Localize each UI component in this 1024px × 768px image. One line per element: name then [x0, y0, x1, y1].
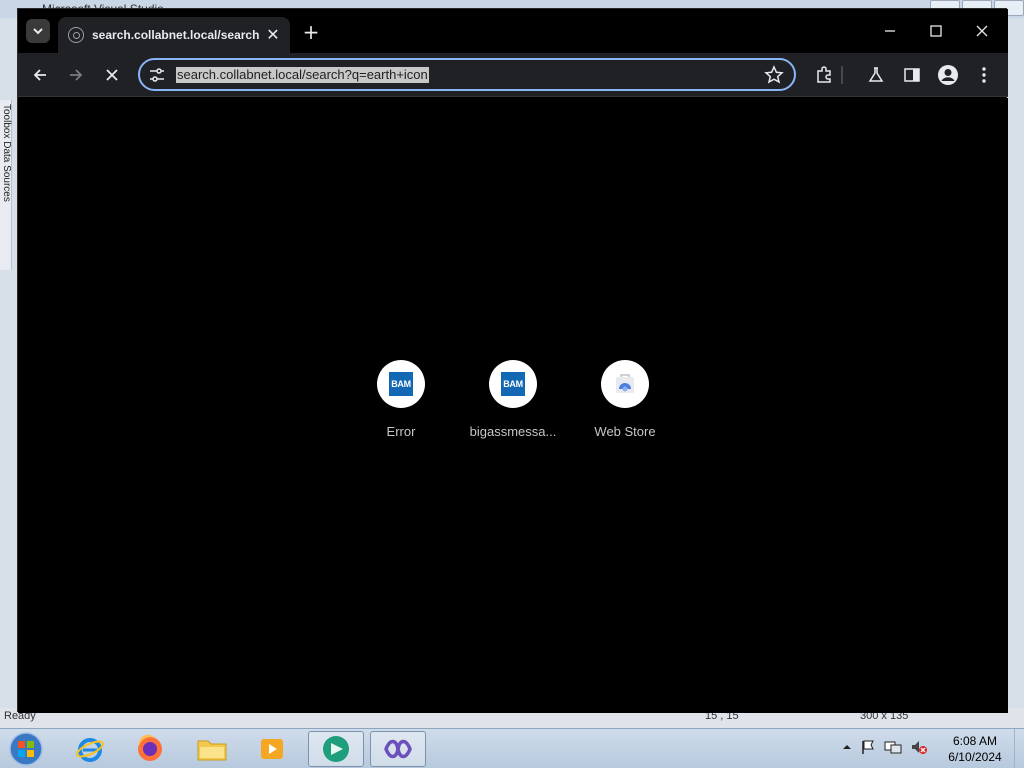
back-button[interactable] — [28, 63, 52, 87]
tab-strip: search.collabnet.local/search?q ✕ + — [18, 9, 1008, 53]
extensions-button[interactable] — [812, 63, 836, 87]
tab-search-button[interactable] — [26, 19, 50, 43]
shortcut-tile[interactable]: BAM Error — [353, 360, 449, 439]
divider-icon — [841, 66, 843, 84]
maximize-icon — [930, 25, 942, 37]
taskbar-firefox[interactable] — [122, 731, 178, 767]
chevron-down-icon — [33, 28, 43, 35]
url-text[interactable]: search.collabnet.local/search?q=earth+ic… — [176, 67, 429, 83]
close-icon — [106, 69, 118, 81]
shortcut-label: bigassmessa... — [469, 424, 557, 439]
folder-icon — [197, 740, 227, 761]
vs-side-panel-text: Toolbox Data Sources — [1, 104, 12, 202]
shortcut-tile[interactable]: BAM bigassmessa... — [465, 360, 561, 439]
kebab-menu-icon — [982, 67, 986, 83]
clock-date: 6/10/2024 — [948, 750, 1002, 764]
forward-button[interactable] — [64, 63, 88, 87]
start-button[interactable] — [6, 731, 46, 767]
shortcut-label: Error — [386, 424, 416, 439]
system-clock[interactable]: 6:08 AM 6/10/2024 — [940, 733, 1010, 765]
bam-logo-icon: BAM — [501, 372, 525, 396]
chat-app-icon — [323, 736, 349, 762]
tray-expand-icon[interactable] — [842, 742, 852, 752]
site-settings-icon[interactable] — [148, 66, 166, 84]
flask-icon — [868, 67, 884, 82]
shortcut-label: Web Store — [594, 424, 656, 439]
internet-explorer-icon — [76, 738, 104, 762]
shortcut-icon-circle — [601, 360, 649, 408]
arrow-left-icon — [33, 69, 46, 81]
tab-title: search.collabnet.local/search?q — [92, 28, 260, 42]
close-icon — [976, 25, 988, 37]
stop-loading-button[interactable] — [100, 63, 124, 87]
toolbar-divider — [838, 63, 846, 87]
taskbar: 6:08 AM 6/10/2024 — [0, 728, 1024, 768]
clock-time: 6:08 AM — [952, 734, 998, 748]
side-panel-button[interactable] — [900, 63, 924, 87]
web-store-icon — [616, 374, 634, 393]
new-tab-button[interactable]: + — [300, 21, 322, 43]
new-tab-page: BAM Error BAM bigassmessa... Web Store — [18, 98, 1008, 713]
address-bar[interactable]: search.collabnet.local/search?q=earth+ic… — [138, 58, 796, 91]
side-panel-icon — [904, 68, 920, 82]
shortcut-icon-circle: BAM — [489, 360, 537, 408]
bookmark-star-icon[interactable] — [764, 65, 784, 85]
taskbar-visual-studio[interactable] — [370, 731, 426, 767]
taskbar-media-player[interactable] — [244, 731, 300, 767]
shortcut-tile[interactable]: Web Store — [577, 360, 673, 439]
labs-button[interactable] — [864, 63, 888, 87]
taskbar-explorer[interactable] — [184, 731, 240, 767]
close-window-button[interactable] — [962, 17, 1002, 45]
volume-muted-icon[interactable] — [910, 739, 928, 755]
maximize-button[interactable] — [916, 17, 956, 45]
shortcut-icon-circle: BAM — [377, 360, 425, 408]
taskbar-chrome-app[interactable] — [308, 731, 364, 767]
avatar-icon — [938, 65, 958, 85]
tab-active[interactable]: search.collabnet.local/search?q ✕ — [58, 17, 290, 53]
network-icon[interactable] — [884, 739, 902, 755]
taskbar-ie[interactable] — [62, 731, 118, 767]
show-desktop-button[interactable] — [1014, 729, 1024, 768]
media-player-icon — [261, 739, 283, 759]
firefox-icon — [138, 734, 162, 761]
browser-toolbar: search.collabnet.local/search?q=earth+ic… — [18, 53, 1008, 97]
flag-icon[interactable] — [860, 739, 876, 755]
menu-button[interactable] — [972, 63, 996, 87]
bam-logo-icon: BAM — [389, 372, 413, 396]
windows-logo-icon — [9, 732, 43, 766]
minimize-button[interactable] — [870, 17, 910, 45]
profile-button[interactable] — [936, 63, 960, 87]
arrow-right-icon — [70, 69, 83, 81]
site-favicon-icon — [68, 27, 84, 43]
system-tray — [842, 739, 928, 755]
puzzle-icon — [817, 66, 831, 83]
browser-window: search.collabnet.local/search?q ✕ + sear… — [17, 8, 1008, 713]
tab-close-icon[interactable]: ✕ — [264, 26, 282, 44]
minimize-icon — [885, 30, 895, 32]
visual-studio-icon — [384, 739, 412, 759]
